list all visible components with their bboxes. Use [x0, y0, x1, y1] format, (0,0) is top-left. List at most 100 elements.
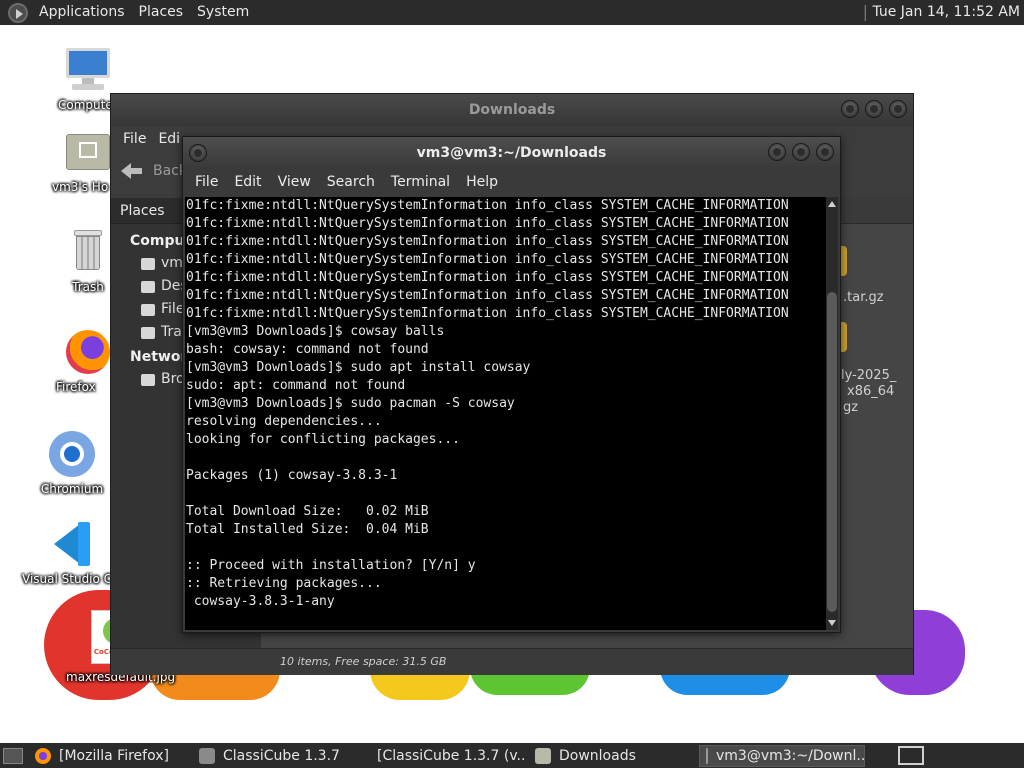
- firefox-icon: [64, 328, 112, 376]
- file-manager-statusbar: 10 items, Free space: 31.5 GB: [111, 648, 913, 675]
- computer-icon: [64, 46, 112, 94]
- back-arrow-icon[interactable]: [121, 160, 143, 182]
- task-label: Downloads: [559, 747, 636, 764]
- term-menu-edit[interactable]: Edit: [226, 174, 269, 190]
- terminal-line: 01fc:fixme:ntdll:NtQuerySystemInformatio…: [186, 198, 789, 213]
- bottom-taskbar: [Mozilla Firefox] ClassiCube 1.3.7 [Clas…: [0, 743, 1024, 768]
- terminal-menubar: File Edit View Search Terminal Help: [183, 169, 840, 195]
- terminal-line: 01fc:fixme:ntdll:NtQuerySystemInformatio…: [186, 216, 789, 231]
- file-manager-titlebar[interactable]: Downloads: [111, 94, 913, 126]
- terminal-scrollbar[interactable]: [826, 197, 838, 630]
- minimize-button[interactable]: [768, 143, 786, 161]
- terminal-line: cowsay-3.8.3-1-any: [186, 594, 335, 609]
- file-name-fragment[interactable]: ly-2025_: [841, 368, 896, 384]
- menu-places[interactable]: Places: [132, 0, 191, 25]
- sidebar-item-label: File: [161, 301, 185, 317]
- maximize-button[interactable]: [792, 143, 810, 161]
- terminal-line: 01fc:fixme:ntdll:NtQuerySystemInformatio…: [186, 270, 789, 285]
- file-name-fragment[interactable]: x86_64: [847, 384, 894, 400]
- menu-system[interactable]: System: [190, 0, 256, 25]
- home-folder-icon: [64, 128, 112, 176]
- workspace-switcher[interactable]: [898, 746, 924, 765]
- desktop-icon: [141, 280, 155, 293]
- task-downloads[interactable]: Downloads: [529, 745, 695, 767]
- term-menu-search[interactable]: Search: [319, 174, 383, 190]
- clock-separator: [864, 4, 867, 21]
- terminal-line: 01fc:fixme:ntdll:NtQuerySystemInformatio…: [186, 306, 789, 321]
- term-menu-help[interactable]: Help: [458, 174, 506, 190]
- trash-icon: [141, 326, 155, 339]
- term-menu-file[interactable]: File: [187, 174, 226, 190]
- menu-applications[interactable]: Applications: [32, 0, 132, 25]
- terminal-line: 01fc:fixme:ntdll:NtQuerySystemInformatio…: [186, 288, 789, 303]
- terminal-line: looking for conflicting packages...: [186, 432, 460, 447]
- term-menu-view[interactable]: View: [270, 174, 319, 190]
- task-classicube[interactable]: ClassiCube 1.3.7: [193, 745, 359, 767]
- network-icon: [141, 373, 155, 386]
- terminal-line: [vm3@vm3 Downloads]$ sudo apt install co…: [186, 360, 531, 375]
- terminal-line: 01fc:fixme:ntdll:NtQuerySystemInformatio…: [186, 252, 789, 267]
- file-manager-title: Downloads: [468, 102, 556, 118]
- terminal-line: :: Proceed with installation? [Y/n] y: [186, 558, 476, 573]
- terminal-window[interactable]: vm3@vm3:~/Downloads File Edit View Searc…: [182, 136, 841, 633]
- top-panel: Applications Places System Tue Jan 14, 1…: [0, 0, 1024, 25]
- desktop-icon-label: Chromium: [40, 482, 104, 496]
- firefox-icon: [35, 747, 51, 764]
- terminal-line: sudo: apt: command not found: [186, 378, 406, 393]
- task-terminal[interactable]: vm3@vm3:~/Downl...: [699, 744, 865, 767]
- terminal-output[interactable]: 01fc:fixme:ntdll:NtQuerySystemInformatio…: [185, 197, 826, 630]
- image-thumbnail-icon: CoComelon: [65, 610, 141, 664]
- task-classicube-2[interactable]: [ClassiCube 1.3.7 (v...: [363, 745, 525, 767]
- task-label: [ClassiCube 1.3.7 (v...: [377, 747, 525, 764]
- chromium-icon: [48, 430, 96, 478]
- terminal-line: [vm3@vm3 Downloads]$ sudo pacman -S cows…: [186, 396, 515, 411]
- task-label: ClassiCube 1.3.7: [223, 747, 340, 764]
- clock-text: Tue Jan 14, 11:52 AM: [872, 4, 1020, 20]
- task-label: vm3@vm3:~/Downl...: [716, 747, 865, 764]
- terminal-line: Packages (1) cowsay-3.8.3-1: [186, 468, 398, 483]
- vscode-icon: [48, 520, 96, 568]
- terminal-line: bash: cowsay: command not found: [186, 342, 429, 357]
- classicube-icon: [199, 747, 215, 764]
- desktop-icon-chromium[interactable]: Chromium: [22, 430, 122, 496]
- window-menu-button[interactable]: [189, 144, 207, 162]
- desktop-icon-label: Visual Studio Co: [22, 572, 120, 586]
- term-menu-terminal[interactable]: Terminal: [383, 174, 458, 190]
- task-label: [Mozilla Firefox]: [59, 747, 169, 764]
- terminal-text: 01fc:fixme:ntdll:NtQuerySystemInformatio…: [185, 197, 826, 611]
- fm-menu-file[interactable]: File: [117, 131, 152, 147]
- drive-icon: [141, 303, 155, 316]
- desktop-icon-vscode[interactable]: Visual Studio Co: [22, 520, 122, 586]
- folder-icon: [535, 747, 551, 764]
- window-controls: [841, 100, 907, 118]
- applications-logo-icon[interactable]: [8, 2, 28, 23]
- minimize-button[interactable]: [841, 100, 859, 118]
- terminal-icon: [706, 747, 708, 764]
- terminal-line: resolving dependencies...: [186, 414, 382, 429]
- scroll-up-arrow-icon[interactable]: [828, 201, 836, 207]
- terminal-line: :: Retrieving packages...: [186, 576, 382, 591]
- trash-icon: [64, 228, 112, 276]
- file-name-fragment[interactable]: .tar.gz: [843, 290, 884, 306]
- window-controls: [768, 143, 834, 161]
- terminal-title: vm3@vm3:~/Downloads: [416, 145, 607, 161]
- scrollbar-thumb[interactable]: [827, 292, 837, 612]
- sidebar-item-label: Tra: [161, 324, 182, 340]
- terminal-line: Total Installed Size: 0.04 MiB: [186, 522, 429, 537]
- terminal-titlebar[interactable]: vm3@vm3:~/Downloads: [183, 137, 840, 169]
- terminal-line: [vm3@vm3 Downloads]$ cowsay balls: [186, 324, 445, 339]
- show-desktop-button[interactable]: [3, 747, 23, 764]
- close-button[interactable]: [816, 143, 834, 161]
- file-name-fragment[interactable]: gz: [843, 400, 858, 416]
- scroll-down-arrow-icon[interactable]: [828, 620, 836, 626]
- status-text: 10 items, Free space: 31.5 GB: [280, 655, 447, 668]
- maximize-button[interactable]: [865, 100, 883, 118]
- terminal-line: 01fc:fixme:ntdll:NtQuerySystemInformatio…: [186, 234, 789, 249]
- close-button[interactable]: [889, 100, 907, 118]
- task-firefox[interactable]: [Mozilla Firefox]: [29, 745, 189, 767]
- home-icon: [141, 257, 155, 270]
- panel-clock[interactable]: Tue Jan 14, 11:52 AM: [864, 0, 1020, 25]
